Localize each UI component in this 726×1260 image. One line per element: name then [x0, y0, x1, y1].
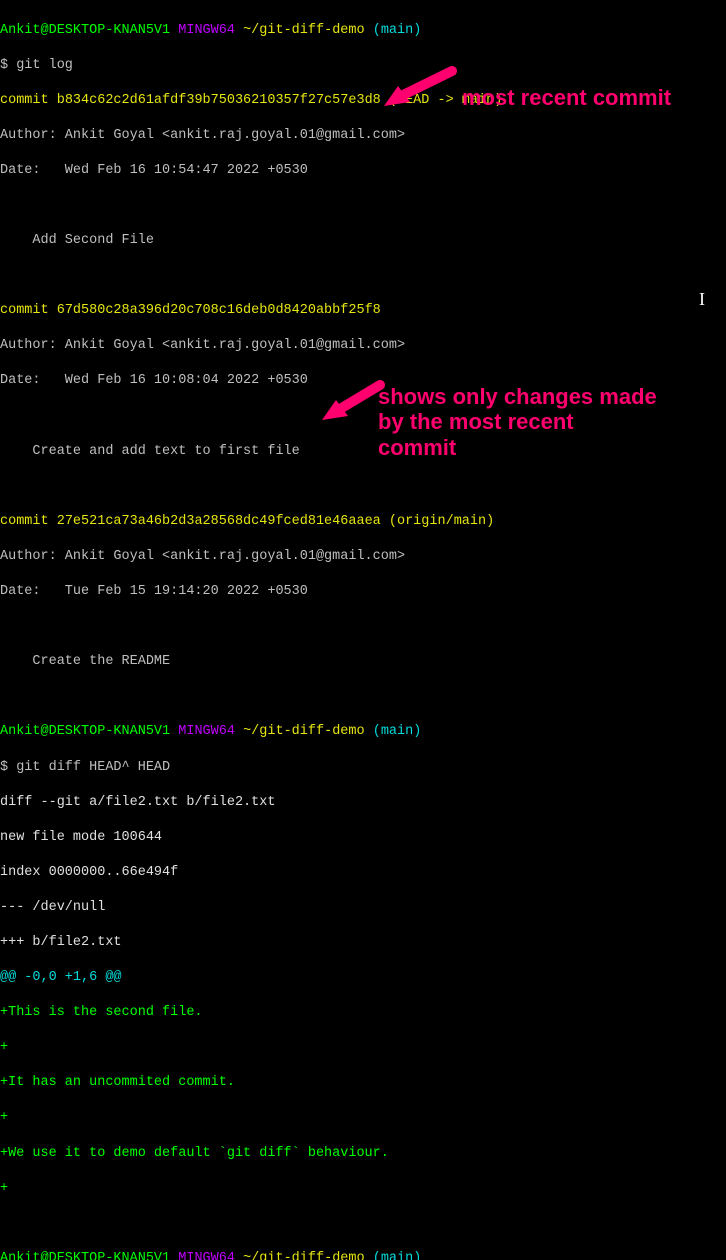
blank-line: [0, 618, 726, 636]
diff-added-line: +This is the second file.: [0, 1004, 726, 1022]
prompt-branch: (main): [373, 724, 422, 739]
commit-hash-line: commit b834c62c2d61afdf39b75036210357f27…: [0, 92, 726, 110]
diff-added-line: +: [0, 1109, 726, 1127]
commit-hash-line: commit 27e521ca73a46b2d3a28568dc49fced81…: [0, 513, 726, 531]
prompt-user: Ankit@DESKTOP-KNAN5V1: [0, 1251, 170, 1260]
prompt-path: ~/git-diff-demo: [243, 724, 365, 739]
blank-line: [0, 408, 726, 426]
prompt-env: MINGW64: [178, 1251, 235, 1260]
text-cursor-icon: I: [699, 288, 705, 311]
prompt-branch: (main): [373, 1251, 422, 1260]
diff-minus-file: --- /dev/null: [0, 899, 726, 917]
commit-date: Date: Tue Feb 15 19:14:20 2022 +0530: [0, 583, 726, 601]
diff-added-line: +: [0, 1039, 726, 1057]
prompt-user: Ankit@DESKTOP-KNAN5V1: [0, 23, 170, 38]
diff-hunk-header: @@ -0,0 +1,6 @@: [0, 969, 726, 987]
diff-added-line: +: [0, 1180, 726, 1198]
prompt-path: ~/git-diff-demo: [243, 1251, 365, 1260]
prompt-branch: (main): [373, 23, 422, 38]
commit-author: Author: Ankit Goyal <ankit.raj.goyal.01@…: [0, 548, 726, 566]
commit-author: Author: Ankit Goyal <ankit.raj.goyal.01@…: [0, 337, 726, 355]
blank-line: [0, 267, 726, 285]
prompt-env: MINGW64: [178, 23, 235, 38]
prompt-line: Ankit@DESKTOP-KNAN5V1 MINGW64 ~/git-diff…: [0, 1250, 726, 1260]
diff-added-line: +It has an uncommited commit.: [0, 1074, 726, 1092]
commit-hash-line: commit 67d580c28a396d20c708c16deb0d8420a…: [0, 302, 726, 320]
commit-author: Author: Ankit Goyal <ankit.raj.goyal.01@…: [0, 127, 726, 145]
commit-date: Date: Wed Feb 16 10:54:47 2022 +0530: [0, 162, 726, 180]
prompt-line: Ankit@DESKTOP-KNAN5V1 MINGW64 ~/git-diff…: [0, 723, 726, 741]
blank-line: [0, 1215, 726, 1233]
blank-line: [0, 197, 726, 215]
blank-line: [0, 688, 726, 706]
diff-index: index 0000000..66e494f: [0, 864, 726, 882]
blank-line: [0, 478, 726, 496]
diff-header: diff --git a/file2.txt b/file2.txt: [0, 794, 726, 812]
prompt-env: MINGW64: [178, 724, 235, 739]
command-line: $ git log: [0, 57, 726, 75]
commit-message: Create and add text to first file: [0, 443, 726, 461]
commit-message: Create the README: [0, 653, 726, 671]
terminal-output[interactable]: Ankit@DESKTOP-KNAN5V1 MINGW64 ~/git-diff…: [0, 0, 726, 1260]
prompt-path: ~/git-diff-demo: [243, 23, 365, 38]
commit-message: Add Second File: [0, 232, 726, 250]
command-line: $ git diff HEAD^ HEAD: [0, 759, 726, 777]
diff-mode: new file mode 100644: [0, 829, 726, 847]
commit-date: Date: Wed Feb 16 10:08:04 2022 +0530: [0, 372, 726, 390]
prompt-line: Ankit@DESKTOP-KNAN5V1 MINGW64 ~/git-diff…: [0, 22, 726, 40]
diff-plus-file: +++ b/file2.txt: [0, 934, 726, 952]
prompt-user: Ankit@DESKTOP-KNAN5V1: [0, 724, 170, 739]
diff-added-line: +We use it to demo default `git diff` be…: [0, 1145, 726, 1163]
